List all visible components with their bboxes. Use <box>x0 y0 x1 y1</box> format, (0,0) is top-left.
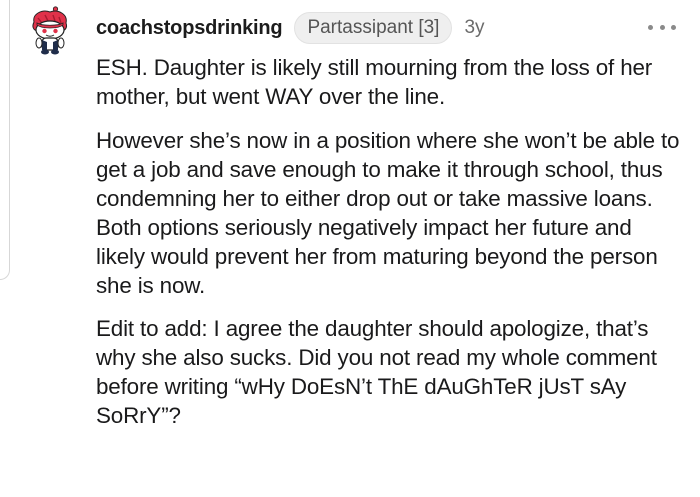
dot <box>671 24 676 30</box>
comment-body: ESH. Daughter is likely still mourning f… <box>96 53 686 430</box>
dot <box>659 24 665 30</box>
avatar[interactable] <box>28 6 72 56</box>
more-options-icon[interactable] <box>648 22 676 32</box>
comment-paragraph: However she’s now in a position where sh… <box>96 128 680 298</box>
snoo-avatar-icon <box>32 6 67 55</box>
username-link[interactable]: coachstopsdrinking <box>96 17 283 40</box>
comment-paragraph: Edit to add: I agree the daughter should… <box>96 316 657 428</box>
dot <box>648 24 653 30</box>
user-flair-badge: Partassipant [3] <box>294 12 453 44</box>
thread-line[interactable] <box>0 0 10 280</box>
comment-header: coachstopsdrinking Partassipant [3] 3y <box>96 12 485 44</box>
comment-paragraph: ESH. Daughter is likely still mourning f… <box>96 55 653 109</box>
comment-age: 3y <box>464 17 485 38</box>
